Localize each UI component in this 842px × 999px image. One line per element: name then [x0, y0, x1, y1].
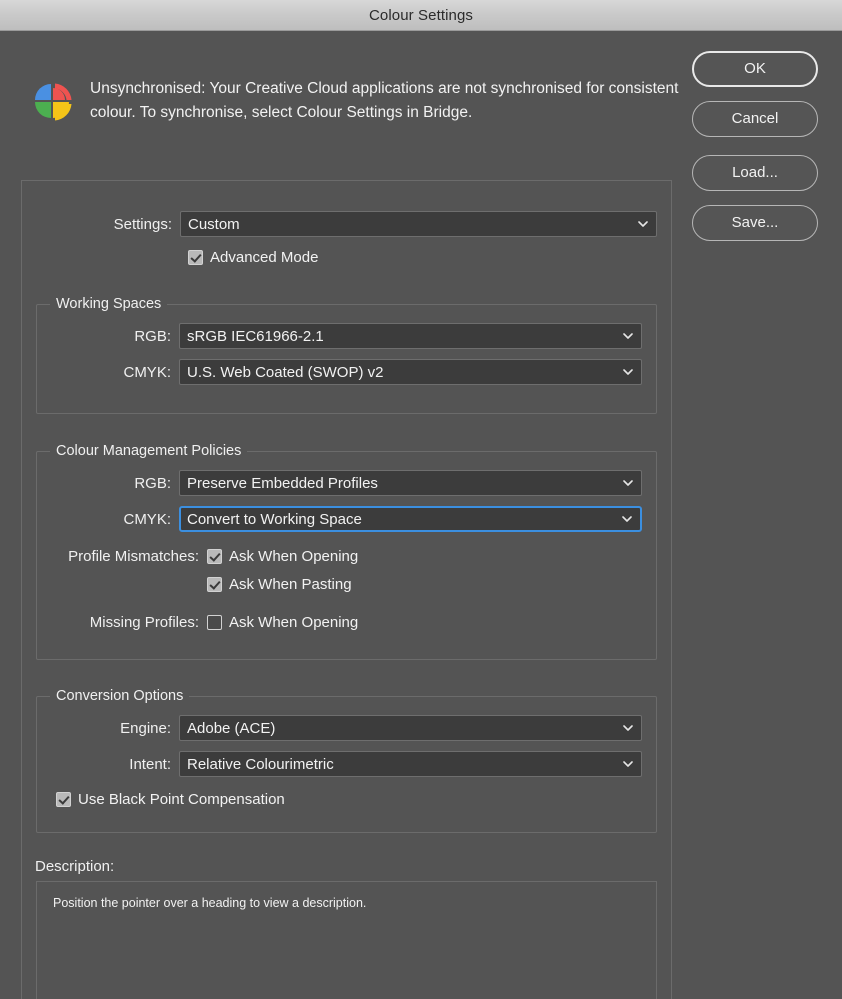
chevron-down-icon — [623, 723, 633, 732]
working-spaces-group: Working Spaces RGB: sRGB IEC61966-2.1 CM… — [36, 296, 657, 414]
advanced-mode-row[interactable]: Advanced Mode — [188, 249, 657, 266]
description-text: Position the pointer over a heading to v… — [53, 896, 367, 910]
policies-rgb-row: RGB: Preserve Embedded Profiles — [51, 470, 642, 496]
conversion-intent-label: Intent: — [129, 755, 171, 773]
policies-rgb-label: RGB: — [134, 474, 171, 492]
sync-status-banner: Unsynchronised: Your Creative Cloud appl… — [0, 31, 680, 171]
window-title: Colour Settings — [368, 6, 474, 24]
creative-cloud-unsynchronised-icon — [28, 77, 76, 125]
working-spaces-cmyk-value: U.S. Web Coated (SWOP) v2 — [187, 363, 384, 381]
dialog-button-column: OK Cancel Load... Save... — [692, 51, 818, 255]
settings-panel: Settings: Custom Advanced Mode Working S… — [21, 180, 672, 999]
sync-status-message: Unsynchronised: Your Creative Cloud appl… — [90, 80, 679, 121]
conversion-intent-select[interactable]: Relative Colourimetric — [179, 751, 642, 777]
policies-cmyk-value: Convert to Working Space — [187, 510, 362, 528]
chevron-down-icon — [623, 367, 633, 376]
chevron-down-icon — [623, 331, 633, 340]
advanced-mode-label: Advanced Mode — [210, 249, 319, 266]
missing-profiles-opening-row: Missing Profiles: Ask When Opening — [51, 614, 642, 631]
chevron-down-icon — [623, 478, 633, 487]
policies-cmyk-select[interactable]: Convert to Working Space — [179, 506, 642, 532]
working-spaces-cmyk-row: CMYK: U.S. Web Coated (SWOP) v2 — [51, 359, 642, 385]
conversion-engine-row: Engine: Adobe (ACE) — [51, 715, 642, 741]
chevron-down-icon — [622, 514, 632, 523]
policies-rgb-select[interactable]: Preserve Embedded Profiles — [179, 470, 642, 496]
conversion-engine-value: Adobe (ACE) — [187, 719, 276, 737]
conversion-engine-label: Engine: — [120, 719, 171, 737]
settings-select[interactable]: Custom — [180, 211, 657, 237]
black-point-compensation-row: Use Black Point Compensation — [56, 791, 642, 808]
working-spaces-rgb-select[interactable]: sRGB IEC61966-2.1 — [179, 323, 642, 349]
black-point-compensation-checkbox[interactable] — [56, 792, 71, 807]
save-button[interactable]: Save... — [692, 205, 818, 241]
working-spaces-title: Working Spaces — [50, 296, 168, 312]
working-spaces-rgb-row: RGB: sRGB IEC61966-2.1 — [51, 323, 642, 349]
ok-button[interactable]: OK — [692, 51, 818, 87]
working-spaces-rgb-value: sRGB IEC61966-2.1 — [187, 327, 324, 345]
window-titlebar: Colour Settings — [0, 0, 842, 31]
missing-profiles-label: Missing Profiles: — [89, 614, 199, 631]
advanced-mode-checkbox[interactable] — [188, 250, 203, 265]
colour-management-policies-group: Colour Management Policies RGB: Preserve… — [36, 443, 657, 660]
colour-settings-dialog: Unsynchronised: Your Creative Cloud appl… — [0, 31, 842, 999]
profile-mismatches-opening-row: Profile Mismatches: Ask When Opening — [51, 548, 642, 565]
cancel-button[interactable]: Cancel — [692, 101, 818, 137]
conversion-intent-row: Intent: Relative Colourimetric — [51, 751, 642, 777]
missing-profiles-ask-when-opening-checkbox[interactable] — [207, 615, 222, 630]
profile-mismatches-ask-when-pasting-label: Ask When Pasting — [229, 576, 352, 593]
description-box: Position the pointer over a heading to v… — [36, 881, 657, 999]
working-spaces-rgb-label: RGB: — [134, 327, 171, 345]
profile-mismatches-label: Profile Mismatches: — [68, 548, 199, 565]
conversion-options-group: Conversion Options Engine: Adobe (ACE) I… — [36, 688, 657, 833]
profile-mismatches-ask-when-opening-label: Ask When Opening — [229, 548, 359, 565]
conversion-options-title: Conversion Options — [50, 688, 190, 704]
conversion-intent-value: Relative Colourimetric — [187, 755, 334, 773]
policies-cmyk-row: CMYK: Convert to Working Space — [51, 506, 642, 532]
description-section: Description: Position the pointer over a… — [22, 858, 671, 999]
black-point-compensation-label: Use Black Point Compensation — [78, 791, 285, 808]
profile-mismatches-pasting-row: Ask When Pasting — [51, 576, 642, 593]
chevron-down-icon — [623, 759, 633, 768]
settings-label: Settings: — [113, 215, 172, 233]
missing-profiles-ask-when-opening-label: Ask When Opening — [229, 614, 359, 631]
colour-management-policies-title: Colour Management Policies — [50, 443, 248, 459]
settings-row: Settings: Custom — [36, 211, 657, 237]
description-label: Description: — [35, 858, 115, 875]
profile-mismatches-ask-when-opening-checkbox[interactable] — [207, 549, 222, 564]
chevron-down-icon — [638, 219, 648, 228]
conversion-engine-select[interactable]: Adobe (ACE) — [179, 715, 642, 741]
load-button[interactable]: Load... — [692, 155, 818, 191]
working-spaces-cmyk-label: CMYK: — [123, 363, 171, 381]
policies-cmyk-label: CMYK: — [123, 510, 171, 528]
profile-mismatches-ask-when-pasting-checkbox[interactable] — [207, 577, 222, 592]
working-spaces-cmyk-select[interactable]: U.S. Web Coated (SWOP) v2 — [179, 359, 642, 385]
policies-rgb-value: Preserve Embedded Profiles — [187, 474, 378, 492]
settings-select-value: Custom — [188, 215, 240, 233]
